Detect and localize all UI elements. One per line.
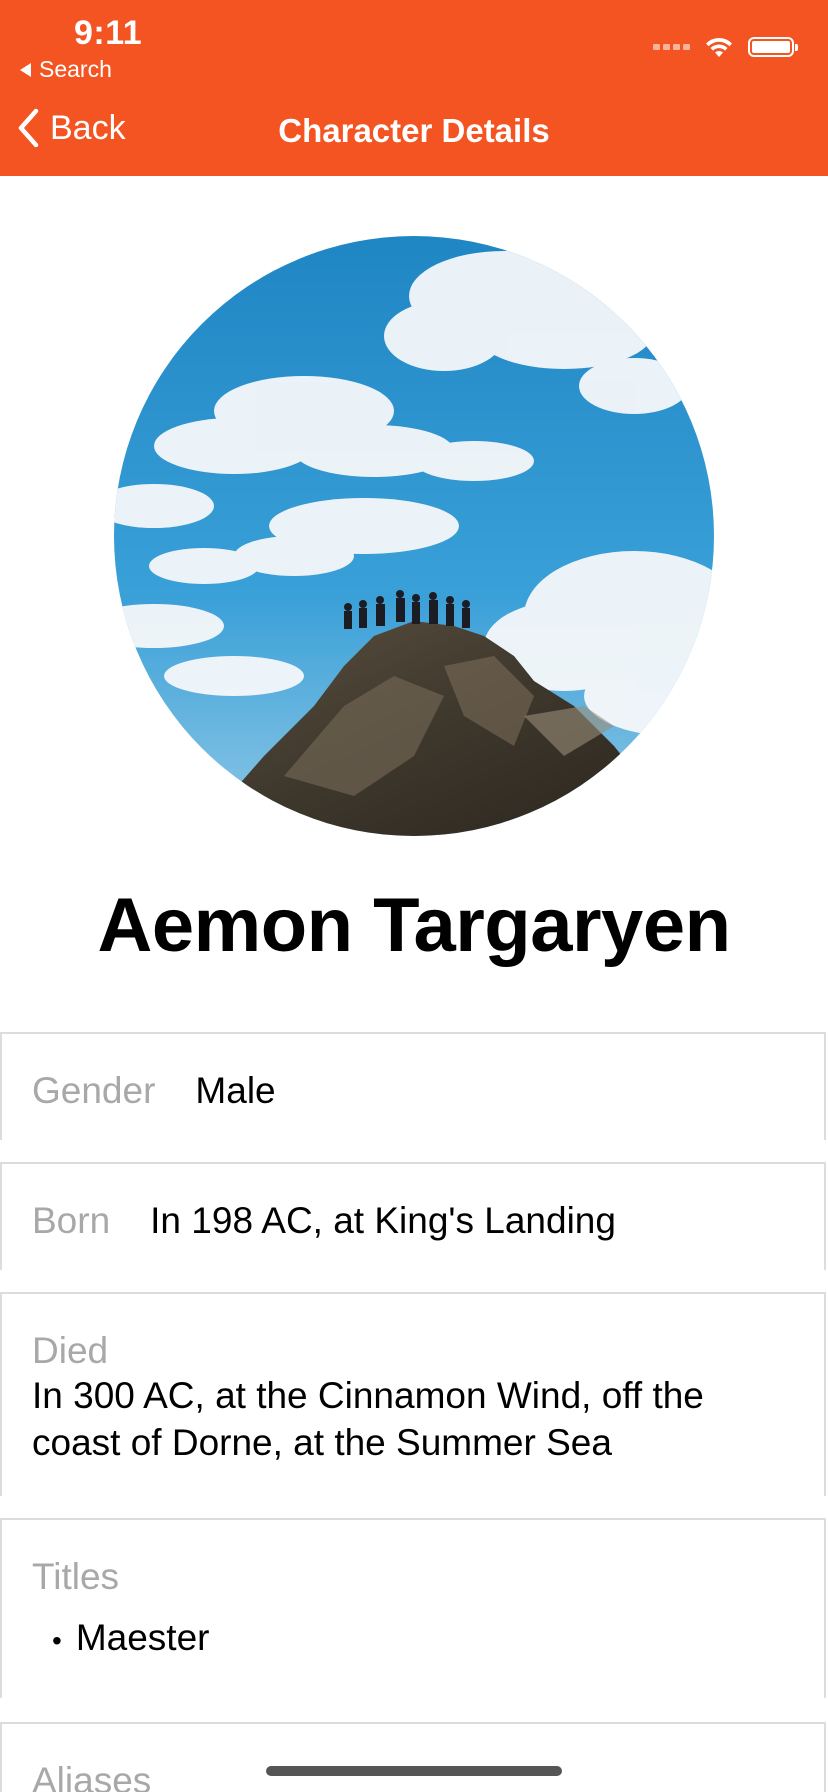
status-time: 9:11: [74, 14, 143, 52]
aliases-label: Aliases: [32, 1760, 152, 1792]
character-avatar: [114, 236, 714, 836]
gender-value: Male: [195, 1070, 276, 1111]
title-list-item: • Maester: [32, 1614, 794, 1661]
titles-card: Titles • Maester: [0, 1518, 826, 1698]
gender-card: Gender Male: [0, 1032, 826, 1140]
home-indicator[interactable]: [266, 1766, 562, 1776]
died-value: In 300 AC, at the Cinnamon Wind, off the…: [32, 1375, 704, 1463]
character-details-screen: 9:11 Search Back Character Details Aemon…: [0, 0, 828, 1792]
born-card: Born In 198 AC, at King's Landing: [0, 1162, 826, 1270]
status-icons: [653, 36, 798, 58]
aliases-card: Aliases: [0, 1722, 826, 1792]
born-label: Born: [32, 1200, 111, 1241]
bullet-icon: •: [52, 1625, 62, 1656]
died-card: Died In 300 AC, at the Cinnamon Wind, of…: [0, 1292, 826, 1496]
cellular-signal-icon: [653, 44, 690, 50]
gender-label: Gender: [32, 1070, 156, 1111]
battery-icon: [748, 37, 798, 57]
status-back-to-app[interactable]: Search: [20, 56, 112, 83]
born-value: In 198 AC, at King's Landing: [150, 1200, 616, 1241]
died-label: Died: [32, 1330, 109, 1371]
character-name: Aemon Targaryen: [97, 883, 731, 968]
back-triangle-icon: [20, 62, 31, 77]
titles-label: Titles: [32, 1556, 120, 1597]
wifi-icon: [706, 37, 732, 57]
navigation-header: 9:11 Search Back Character Details: [0, 0, 828, 176]
title-item: Maester: [75, 1617, 210, 1658]
status-back-label: Search: [39, 56, 112, 82]
page-title: Character Details: [278, 112, 550, 149]
